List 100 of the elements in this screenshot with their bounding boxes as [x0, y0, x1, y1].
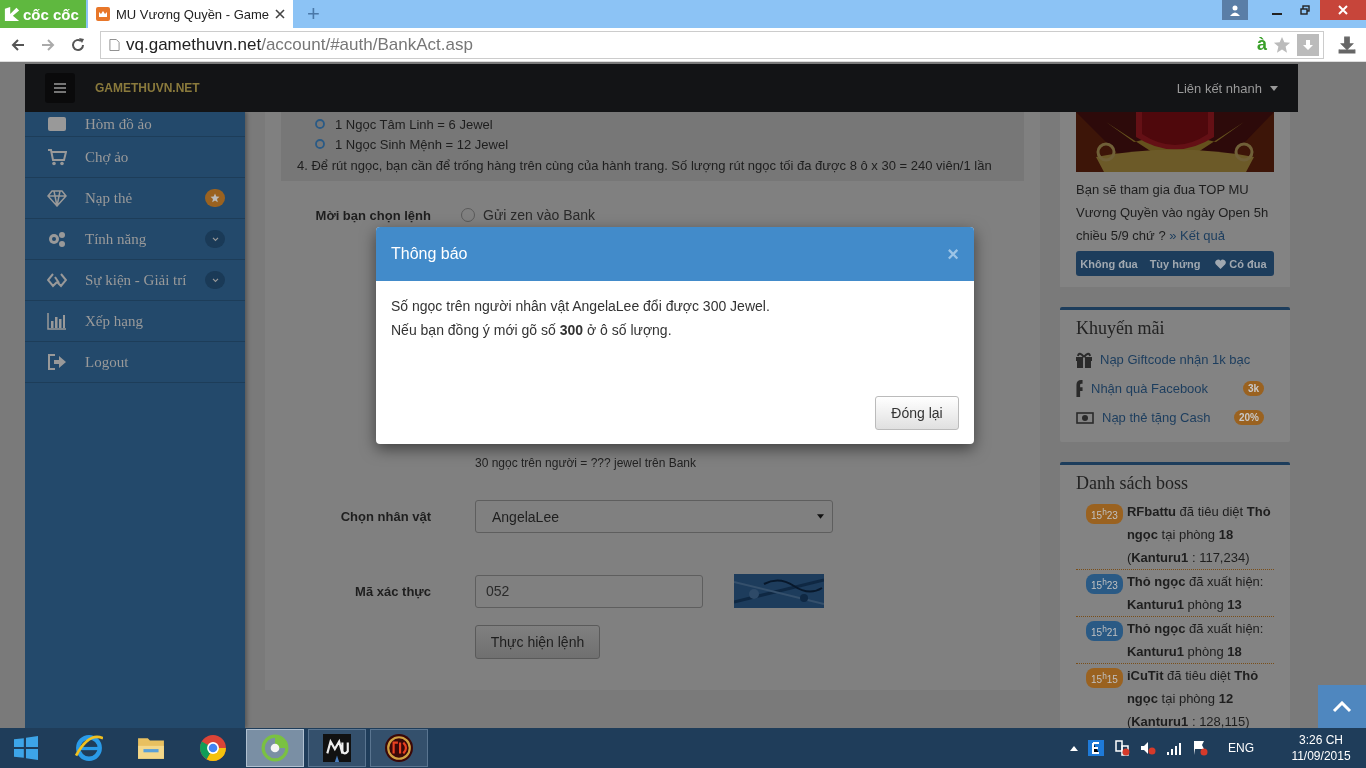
sidebar-item[interactable]: Hòm đồ ảo — [25, 112, 245, 137]
offer-link[interactable]: Nạp thẻ tặng Cash — [1102, 410, 1211, 425]
captcha-field[interactable]: 052 — [475, 574, 703, 608]
sidebar-item[interactable]: Xếp hạng — [25, 301, 245, 342]
ie-icon — [75, 734, 103, 762]
sidebar-label: Logout — [85, 353, 130, 371]
dialog-message: Số ngọc trên người nhân vật AngelaLee đổi được 300 Jewel. — [391, 297, 771, 316]
chevron-down-icon — [211, 236, 219, 242]
taskbar-app[interactable] — [370, 729, 428, 767]
vote-button[interactable]: Có đua — [1208, 251, 1274, 276]
crown-icon — [96, 7, 110, 21]
download-icon[interactable] — [1338, 35, 1356, 54]
star-icon — [210, 193, 220, 203]
url-host: vq.gamethuvn.net — [126, 34, 262, 55]
close-icon — [1338, 5, 1348, 15]
game-icon — [323, 734, 351, 762]
facebook-icon — [1076, 380, 1083, 397]
submit-button[interactable]: Thực hiện lệnh — [475, 625, 600, 659]
caret-icon — [1270, 85, 1278, 91]
close-dialog-button[interactable]: Đóng lại — [875, 396, 959, 430]
link-icon — [47, 271, 67, 289]
field-label: Mời bạn chọn lệnh — [314, 207, 432, 223]
field-label: Chọn nhân vật — [339, 509, 432, 524]
language-indicator[interactable]: ENG — [1228, 741, 1254, 755]
cart-icon — [47, 148, 67, 166]
gears-icon — [47, 230, 67, 248]
leaf-icon — [4, 6, 20, 22]
radio-button[interactable] — [461, 208, 475, 222]
time-badge: 15$^{h}$15 — [1086, 668, 1123, 689]
restore-icon — [1300, 5, 1310, 15]
offer-link[interactable]: Nạp Giftcode nhận 1k bạc — [1100, 352, 1251, 367]
vote-button[interactable]: Không đua — [1076, 251, 1142, 276]
offer-link[interactable]: Nhận quà Facebook — [1091, 381, 1209, 396]
close-button[interactable] — [1320, 0, 1366, 20]
game-icon — [385, 734, 413, 762]
menu-icon — [54, 83, 66, 93]
flag-warning-icon[interactable] — [1192, 740, 1208, 756]
promo-text: Bạn sẽ tham gia đua TOP MU Vương Quyền vào ngày Open 5h chiều 5/9 chứ ? » Kết quả — [1076, 181, 1270, 245]
url-path: /account/#auth/BankAct.asp — [261, 34, 473, 55]
chevron-up-icon — [1332, 700, 1352, 713]
back-icon[interactable] — [10, 36, 26, 53]
taskbar-app[interactable] — [308, 729, 366, 767]
diamond-icon — [47, 189, 67, 207]
tray-caret-icon[interactable] — [1070, 745, 1078, 751]
address-field[interactable]: vq.gamethuvn.net/account/#auth/BankAct.asp à — [100, 30, 1324, 59]
scroll-top-button[interactable] — [1318, 685, 1366, 728]
star-icon[interactable] — [1273, 35, 1291, 54]
tab-title: MU Vương Quyền - Game — [116, 6, 270, 22]
chrome-icon — [199, 734, 227, 762]
bullet-icon — [315, 119, 325, 129]
radio-option[interactable]: Gửi zen vào Bank — [461, 207, 596, 223]
caret-icon — [817, 514, 824, 519]
new-tab-button[interactable]: + — [293, 0, 334, 28]
quick-links-menu[interactable]: Liên kết nhanh — [1176, 80, 1262, 96]
sidebar-item[interactable]: Chợ ảo — [25, 137, 245, 178]
close-icon[interactable] — [275, 9, 286, 19]
boss-event-text: RFbattu đã tiêu diệt Thỏ ngọc tại phòng 18 (Kanturu1 : 117,234) — [1126, 503, 1272, 567]
select-value: AngelaLee — [492, 508, 559, 525]
site-logo[interactable]: GAMETHUVN.NET — [95, 81, 200, 95]
sidebar-label: Chợ ảo — [85, 148, 130, 166]
time-badge: 15$^{h}$21 — [1086, 621, 1123, 642]
close-button[interactable]: × — [947, 242, 959, 266]
expand-toggle[interactable] — [205, 230, 225, 248]
volume-muted-icon[interactable] — [1140, 740, 1156, 756]
browser-tab[interactable]: MU Vương Quyền - Game — [88, 0, 294, 28]
dialog-title: Thông báo — [391, 245, 468, 263]
sidebar-item[interactable]: Tính năng — [25, 219, 245, 260]
reload-icon[interactable] — [70, 36, 86, 53]
note-text: 4. Để rút ngọc, bạn cần để trống hàng trên cùng của hành trang. Số lượng rút ngọc tối đa được 8 ô x 30 = 240 viên/1 lần — [297, 157, 993, 175]
dialog-message: Nếu bạn đồng ý mới gõ số 300 ở ô số lượng. — [391, 321, 673, 340]
network-warning-icon[interactable] — [1114, 740, 1130, 756]
panel-title: Danh sách boss — [1076, 473, 1189, 494]
page-icon — [109, 37, 120, 52]
browser-logo[interactable]: cốc cốc — [0, 0, 86, 28]
boss-event-text: iCuTit đã tiêu diệt Thỏ ngọc tại phòng 12 (Kanturu1 : 128,115) — [1126, 667, 1260, 728]
clock-date[interactable]: 11/09/2015 — [1291, 748, 1351, 764]
offer-badge: 20% — [1234, 410, 1264, 425]
browser-name: cốc cốc — [23, 5, 79, 23]
user-button[interactable] — [1222, 0, 1248, 20]
sign-out-icon — [47, 353, 67, 371]
sidebar-item[interactable]: Nạp thẻ — [25, 178, 245, 219]
time-badge: 15$^{h}$23 — [1086, 504, 1123, 525]
character-select[interactable]: AngelaLee — [475, 500, 833, 533]
hint-text: 30 ngọc trên người = ??? jewel trên Bank — [475, 456, 698, 470]
sidebar-item[interactable]: Sự kiện - Giải trí — [25, 260, 245, 301]
tray-app-icon[interactable] — [1088, 740, 1104, 756]
signal-icon[interactable] — [1166, 740, 1182, 756]
clock-time[interactable]: 3:26 CH — [1299, 732, 1343, 748]
offer-badge: 3k — [1242, 381, 1264, 396]
windows-start-icon[interactable] — [14, 736, 38, 760]
option-label: Gửi zen vào Bank — [483, 207, 596, 223]
sidebar-item[interactable]: Logout — [25, 342, 245, 383]
chest-icon — [47, 115, 67, 133]
addon-button[interactable]: à — [1257, 34, 1267, 55]
menu-button[interactable] — [45, 73, 75, 103]
panel-title: Khuyến mãi — [1076, 318, 1166, 339]
results-link[interactable]: » Kết quả — [1169, 228, 1225, 243]
vote-button[interactable]: Tùy hứng — [1142, 251, 1208, 276]
cash-icon — [1076, 411, 1094, 424]
expand-toggle[interactable] — [205, 271, 225, 289]
